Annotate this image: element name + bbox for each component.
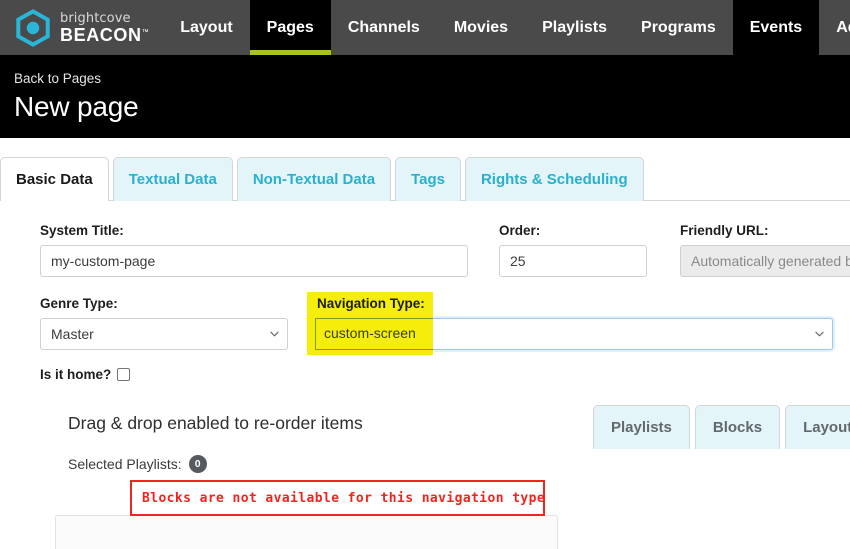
nav-item-label: Pages	[266, 18, 314, 36]
button-label: Blocks	[712, 419, 763, 436]
system-title-input[interactable]	[40, 245, 468, 277]
layouts-button[interactable]: Layouts	[785, 405, 850, 449]
brand-line-2-text: BEACON	[60, 24, 142, 45]
brightcove-hexagon-logo-icon	[14, 8, 52, 47]
nav-item-events[interactable]: Events	[732, 0, 820, 55]
tab-rights-scheduling[interactable]: Rights & Scheduling	[464, 157, 644, 201]
selected-playlists-label: Selected Playlists:	[68, 456, 182, 472]
back-to-pages-link[interactable]: Back to Pages	[14, 71, 850, 86]
tab-non-textual-data[interactable]: Non-Textual Data	[236, 157, 392, 201]
tab-textual-data[interactable]: Textual Data	[112, 157, 233, 201]
tab-label: Basic Data	[16, 171, 93, 188]
tab-label: Rights & Scheduling	[480, 171, 628, 188]
brand-line-2: BEACON™	[60, 26, 149, 44]
brand-logo-area[interactable]: brightcove BEACON™	[0, 0, 163, 55]
tab-tags[interactable]: Tags	[395, 157, 461, 201]
navigation-type-select[interactable]: custom-screen	[315, 318, 833, 350]
content-type-button-group: Playlists Blocks Layouts	[593, 405, 850, 449]
nav-item-label: Events	[749, 18, 803, 36]
is-home-field: Is it home?	[40, 367, 131, 382]
playlists-button[interactable]: Playlists	[593, 405, 690, 449]
genre-type-label: Genre Type:	[40, 296, 118, 311]
navigation-type-select-wrapper: custom-screen	[315, 318, 833, 350]
blocks-button[interactable]: Blocks	[694, 405, 781, 449]
order-input[interactable]	[499, 245, 647, 277]
navigation-type-label: Navigation Type:	[315, 296, 423, 311]
field-group-friendly-url: Friendly URL:	[680, 223, 850, 277]
nav-item-programs[interactable]: Programs	[624, 0, 733, 55]
tab-label: Tags	[411, 171, 445, 188]
button-label: Playlists	[611, 419, 672, 436]
drag-drop-heading: Drag & drop enabled to re-order items	[68, 413, 363, 433]
genre-type-select[interactable]: Master	[40, 318, 288, 350]
is-home-label: Is it home?	[40, 367, 112, 382]
app-root: brightcove BEACON™ Layout Pages Channels…	[0, 0, 850, 549]
warning-text: Blocks are not available for this naviga…	[142, 490, 546, 506]
is-home-checkbox[interactable]	[117, 368, 131, 381]
page-header: Back to Pages New page	[0, 55, 850, 138]
genre-type-value: Master	[51, 326, 94, 342]
blocks-unavailable-warning: Blocks are not available for this naviga…	[130, 480, 545, 516]
brand-line-1: brightcove	[60, 10, 131, 26]
brand-wordmark: brightcove BEACON™	[60, 12, 149, 44]
nav-item-label: Movies	[453, 18, 509, 36]
nav-item-pages[interactable]: Pages	[249, 0, 331, 55]
field-group-genre-type: Genre Type: Master	[40, 296, 288, 350]
nav-item-label: Programs	[641, 18, 716, 36]
page-title: New page	[14, 91, 139, 122]
selected-playlists-count-badge: 0	[188, 455, 207, 473]
nav-item-movies[interactable]: Movies	[437, 0, 525, 55]
system-title-label: System Title:	[40, 223, 124, 238]
nav-item-label: Advertisement	[836, 18, 850, 36]
tab-basic-data[interactable]: Basic Data	[0, 157, 109, 202]
friendly-url-input	[680, 245, 850, 277]
nav-item-advertisement[interactable]: Advertisement	[819, 0, 850, 55]
top-navigation-bar: brightcove BEACON™ Layout Pages Channels…	[0, 0, 850, 55]
nav-item-label: Layout	[180, 18, 233, 36]
playlist-drop-zone[interactable]	[55, 515, 558, 549]
button-label: Layouts	[803, 419, 850, 436]
selected-playlists-row: Selected Playlists: 0	[68, 455, 207, 473]
nav-item-channels[interactable]: Channels	[331, 0, 437, 55]
order-label: Order:	[499, 223, 541, 238]
nav-item-layout[interactable]: Layout	[163, 0, 249, 55]
navigation-type-value: custom-screen	[326, 326, 418, 342]
nav-item-label: Playlists	[542, 18, 608, 36]
tab-label: Textual Data	[128, 171, 217, 188]
brand-trademark: ™	[141, 28, 150, 36]
field-group-order: Order:	[499, 223, 647, 277]
genre-type-select-wrapper: Master	[40, 318, 288, 350]
tab-strip: Basic Data Textual Data Non-Textual Data…	[0, 155, 850, 202]
field-group-system-title: System Title:	[40, 223, 468, 277]
field-group-navigation-type: Navigation Type: custom-screen	[315, 296, 833, 350]
friendly-url-label: Friendly URL:	[680, 223, 769, 238]
tab-label: Non-Textual Data	[252, 171, 376, 188]
nav-links: Layout Pages Channels Movies Playlists P…	[163, 0, 850, 55]
nav-item-label: Channels	[347, 18, 420, 36]
nav-item-playlists[interactable]: Playlists	[525, 0, 624, 55]
tab-list: Basic Data Textual Data Non-Textual Data…	[0, 157, 648, 202]
